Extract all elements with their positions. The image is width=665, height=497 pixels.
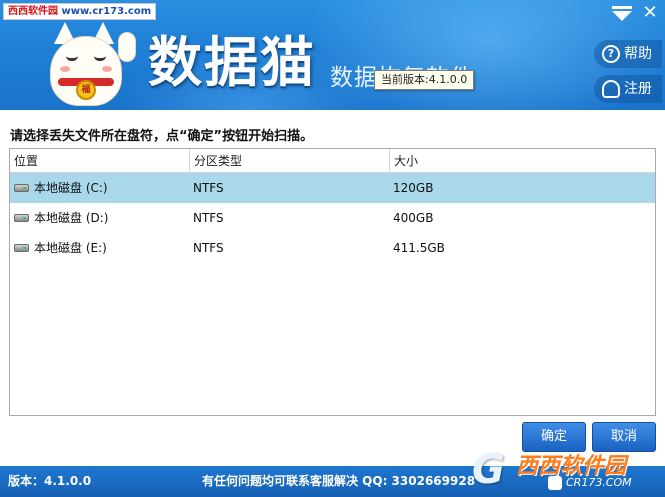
user-icon [602,80,620,98]
watermark-bottom: G 西西软件园 CR173.COM [472,446,665,497]
help-button[interactable]: ? 帮助 [594,40,662,68]
drive-location: 本地磁盘 (C:) [34,181,108,195]
column-header-location[interactable]: 位置 [10,149,190,173]
app-logo-title: 数据猫 [148,31,316,94]
drive-location: 本地磁盘 (E:) [34,241,107,255]
close-button[interactable]: ✕ [640,2,660,24]
watermark-logo-icon: G [472,447,505,493]
header-banner: 西西软件园 www.cr173.com 福 数据猫 数据恢复软件 当前版本:4.… [0,0,665,110]
drive-location: 本地磁盘 (D:) [34,211,109,225]
version-tooltip: 当前版本:4.1.0.0 [374,70,475,90]
cat-blush [60,66,70,72]
drive-list-table[interactable]: 位置 分区类型 大小 本地磁盘 (C:) NTFS 120GB 本地磁盘 (D:… [9,148,656,416]
menu-bar-icon [612,6,632,9]
table-row[interactable]: 本地磁盘 (E:) NTFS 411.5GB [10,233,655,263]
drive-size: 400GB [393,211,434,225]
help-label: 帮助 [624,46,652,62]
cat-paw [118,32,136,62]
table-header: 位置 分区类型 大小 [10,149,655,173]
column-header-partition-type[interactable]: 分区类型 [190,149,390,173]
footer-version: 版本：4.1.0.0 [8,474,92,488]
footer-contact: 有任何问题均可联系客服解决 QQ: 3302669928 [202,474,476,488]
badge-icon [548,476,562,490]
drive-partition-type: NTFS [193,211,224,225]
drive-size: 411.5GB [393,241,445,255]
close-icon: ✕ [642,2,658,23]
table-row[interactable]: 本地磁盘 (D:) NTFS 400GB [10,203,655,233]
cat-blush [102,66,112,72]
table-row[interactable]: 本地磁盘 (C:) NTFS 120GB [10,173,655,203]
column-header-size[interactable]: 大小 [390,149,655,173]
lucky-cat-mascot: 福 [40,12,136,108]
register-label: 注册 [624,81,652,97]
watermark-url-bottom: CR173.COM [566,476,632,489]
chevron-down-icon [612,11,632,21]
menu-dropdown-button[interactable] [609,4,635,24]
cat-bell: 福 [76,80,96,100]
instruction-text: 请选择丢失文件所在盘符，点“确定”按钮开始扫描。 [10,129,314,144]
drive-partition-type: NTFS [193,181,224,195]
register-button[interactable]: 注册 [594,75,662,103]
drive-partition-type: NTFS [193,241,224,255]
question-icon: ? [602,45,620,63]
drive-size: 120GB [393,181,434,195]
